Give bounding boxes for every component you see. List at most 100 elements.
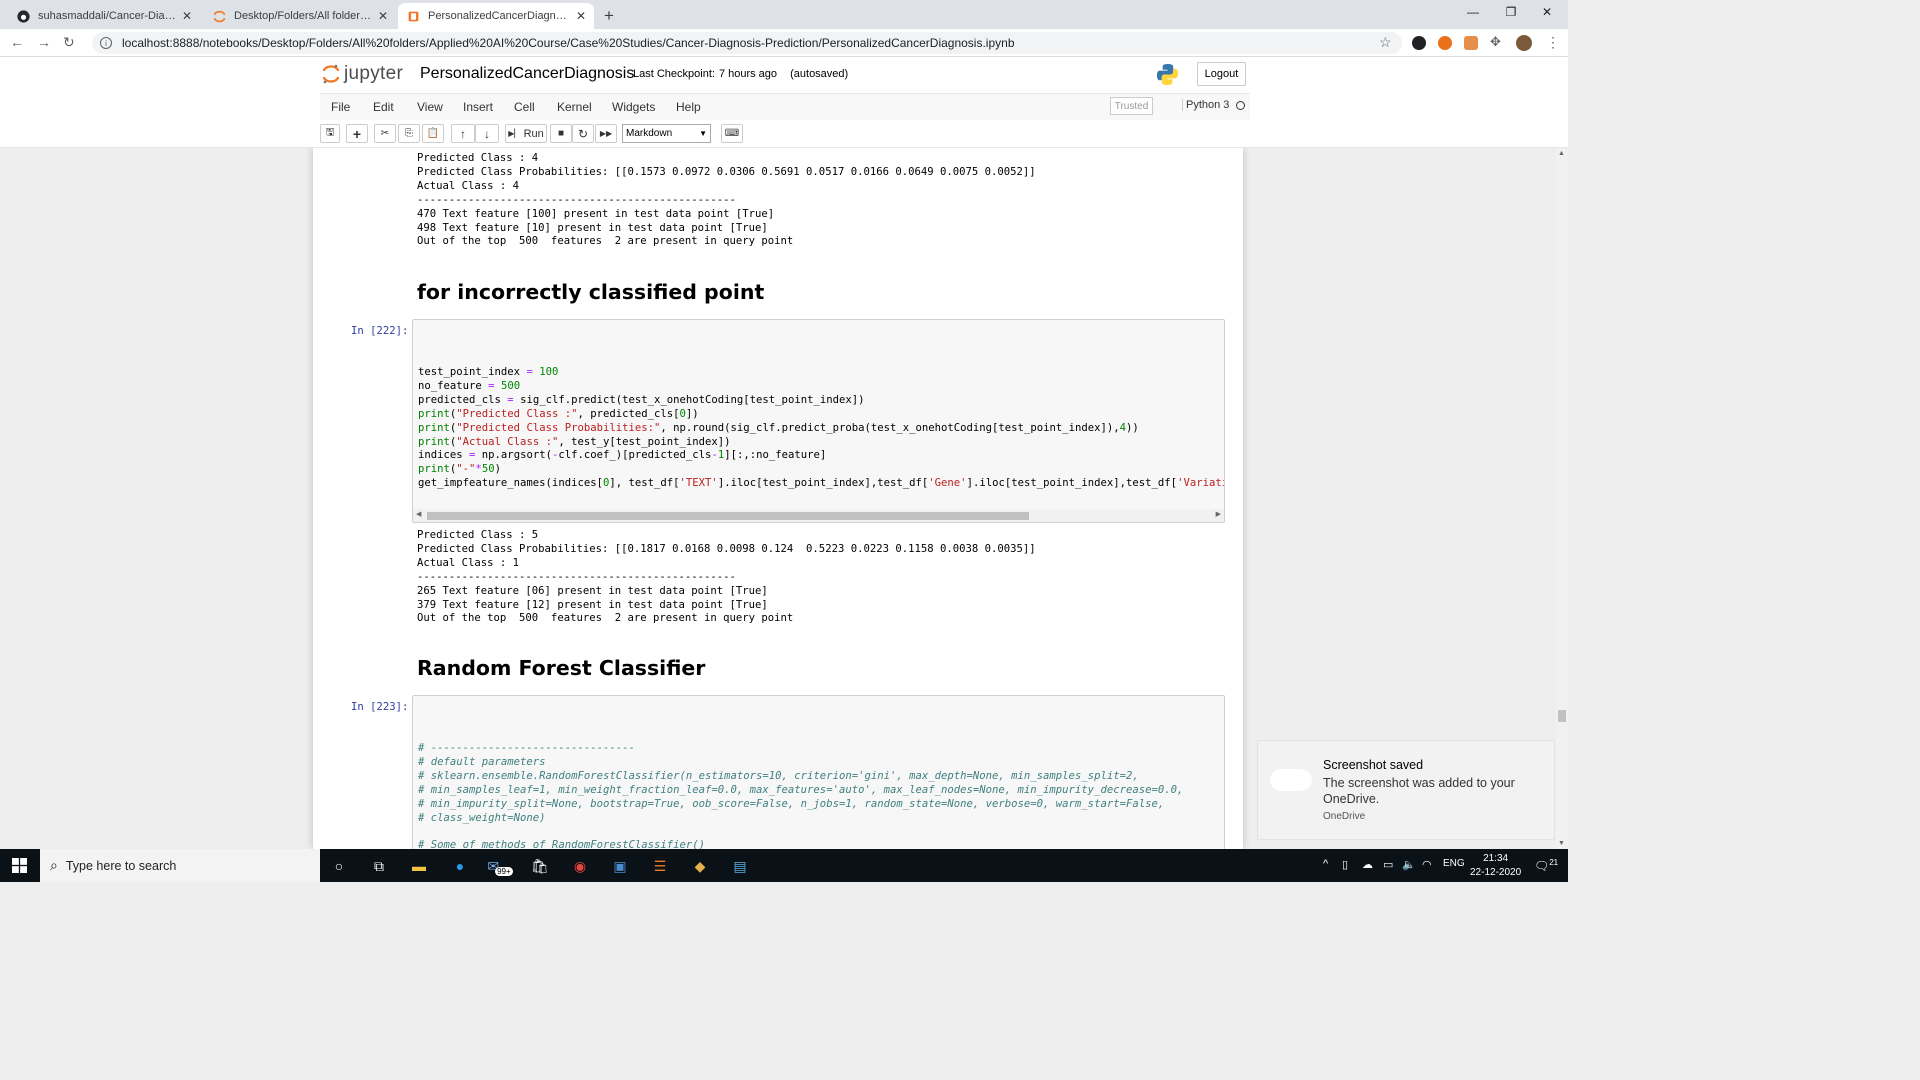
notification-source: OneDrive [1323,811,1366,822]
browser-tab-folders[interactable]: Desktop/Folders/All folders/Appl ✕ [204,3,396,29]
scroll-thumb[interactable] [427,512,1029,520]
cortana-icon[interactable]: ○ [328,855,350,877]
extension-icon[interactable] [1438,36,1452,50]
cell-type-select[interactable]: Markdown ▼ [622,124,711,143]
logout-button[interactable]: Logout [1197,62,1246,86]
menu-file[interactable]: File [331,100,350,114]
notification-center-icon[interactable]: 🗨21 [1534,858,1558,873]
menu-insert[interactable]: Insert [463,100,493,114]
code-input[interactable]: test_point_index = 100 no_feature = 500 … [413,320,1224,491]
horizontal-scrollbar[interactable]: ◀ ▶ [413,509,1224,522]
cut-icon[interactable]: ✂ [374,124,396,143]
system-clock[interactable]: 21:34 22-12-2020 [1470,852,1521,880]
chrome-icon[interactable]: ◉ [569,855,591,877]
code-input[interactable]: # -------------------------------- # defa… [413,696,1224,849]
close-icon[interactable]: ✕ [182,9,192,23]
checkpoint-time: 7 hours ago [718,68,778,80]
close-icon[interactable]: ✕ [576,9,586,23]
kernel-name[interactable]: Python 3 [1182,99,1229,111]
windows-start-icon[interactable] [12,858,27,873]
move-down-icon[interactable]: ↓ [475,124,499,143]
browser-tab-notebook[interactable]: PersonalizedCancerDiagnosis - Ju ✕ [398,3,594,29]
taskbar-search-box[interactable]: ⌕ Type here to search [40,849,320,882]
address-bar[interactable]: i localhost:8888/notebooks/Desktop/Folde… [92,32,1402,54]
copy-icon[interactable]: ⎘ [398,124,420,143]
mail-icon[interactable]: ✉ 99+ [487,855,513,877]
forward-icon[interactable]: → [37,34,51,50]
menu-widgets[interactable]: Widgets [612,100,655,114]
menu-cell[interactable]: Cell [514,100,535,114]
info-icon[interactable]: i [100,37,112,49]
edge-icon[interactable]: ● [449,855,471,877]
maximize-icon[interactable]: ❐ [1501,5,1521,19]
page-scrollbar[interactable]: ▲ ▼ [1556,148,1568,849]
output-line: ----------------------------------------… [417,570,736,583]
tab-title: suhasmaddali/Cancer-Diagnosis- [38,10,176,22]
notebook-name[interactable]: PersonalizedCancerDiagnosis [420,65,634,83]
code-cell-222[interactable]: test_point_index = 100 no_feature = 500 … [412,319,1225,523]
output-area-mid: Predicted Class : 5 Predicted Class Proba… [417,529,1036,626]
snipping-tool-icon[interactable]: ▤ [729,855,751,877]
photos-icon[interactable]: ▣ [609,855,631,877]
clock-time: 21:34 [1483,853,1509,864]
keyboard-icon[interactable]: ⌨ [721,124,743,143]
store-icon[interactable]: 🛍 [529,855,551,877]
window-close-icon[interactable]: ✕ [1537,5,1557,19]
code-comment-line: # class_weight=None) [418,811,546,824]
kebab-menu-icon[interactable]: ⋮ [1546,34,1560,51]
minimize-icon[interactable]: — [1463,5,1483,19]
network-icon[interactable]: ▭ [1383,858,1393,871]
page-scroll-thumb[interactable] [1558,710,1566,722]
scroll-down-icon[interactable]: ▼ [1558,840,1565,847]
menu-view[interactable]: View [417,100,443,114]
language-indicator[interactable]: ENG [1443,858,1465,869]
chevron-down-icon: ▼ [699,129,707,138]
add-cell-icon[interactable]: + [346,124,368,143]
new-tab-button[interactable]: + [604,6,614,26]
file-explorer-icon[interactable]: ▬ [408,855,430,877]
bookmark-star-icon[interactable]: ☆ [1379,34,1392,51]
volume-icon[interactable]: 🔈 [1402,858,1416,871]
extension-icon[interactable] [1412,36,1426,50]
app-icon[interactable]: ◆ [689,855,711,877]
trusted-indicator[interactable]: Trusted [1110,97,1153,115]
menu-help[interactable]: Help [676,100,701,114]
reload-icon[interactable]: ↻ [63,34,75,51]
onedrive-notification[interactable]: Screenshot saved The screenshot was adde… [1257,740,1555,840]
clock-date: 22-12-2020 [1470,867,1522,878]
scroll-right-icon[interactable]: ▶ [1216,510,1221,518]
markdown-heading[interactable]: Random Forest Classifier [417,656,705,680]
save-icon[interactable]: 🖫 [320,124,340,143]
browser-tab-github[interactable]: suhasmaddali/Cancer-Diagnosis- ✕ [8,3,200,29]
move-up-icon[interactable]: ↑ [451,124,475,143]
extension-icon[interactable] [1464,36,1478,50]
code-cell-223[interactable]: # -------------------------------- # defa… [412,695,1225,849]
menu-kernel[interactable]: Kernel [557,100,592,114]
back-icon[interactable]: ← [10,34,24,50]
github-icon [16,9,30,23]
stop-icon[interactable]: ■ [550,124,572,143]
restart-icon[interactable]: ↻ [572,124,594,143]
jupyter-taskbar-icon[interactable]: ☰ [649,855,671,877]
run-button[interactable]: ▶▏ Run [505,124,547,143]
close-icon[interactable]: ✕ [378,9,388,23]
onedrive-tray-icon[interactable]: ☁ [1362,858,1373,871]
tab-title: PersonalizedCancerDiagnosis - Ju [428,10,570,22]
cell-type-value: Markdown [626,128,673,139]
tray-chevron-icon[interactable]: ^ [1323,858,1328,870]
task-view-icon[interactable]: ⧉ [368,855,390,877]
jupyter-header: jupyter PersonalizedCancerDiagnosis Last… [0,57,1568,93]
menu-bar: File Edit View Insert Cell Kernel Widget… [0,93,1568,120]
scroll-up-icon[interactable]: ▲ [1558,150,1565,157]
puzzle-icon[interactable]: ✥ [1490,34,1501,50]
jupyter-logo[interactable]: jupyter [322,63,403,85]
paste-icon[interactable]: 📋 [422,124,444,143]
menu-edit[interactable]: Edit [373,100,394,114]
markdown-heading[interactable]: for incorrectly classified point [417,280,764,304]
avatar[interactable] [1516,35,1532,51]
scroll-left-icon[interactable]: ◀ [416,510,421,518]
output-line: 498 Text feature [10] present in test da… [417,221,768,234]
wifi-icon[interactable]: ◠ [1422,858,1432,871]
fast-forward-icon[interactable]: ▶▶ [595,124,617,143]
battery-icon[interactable]: ▯ [1342,858,1348,871]
